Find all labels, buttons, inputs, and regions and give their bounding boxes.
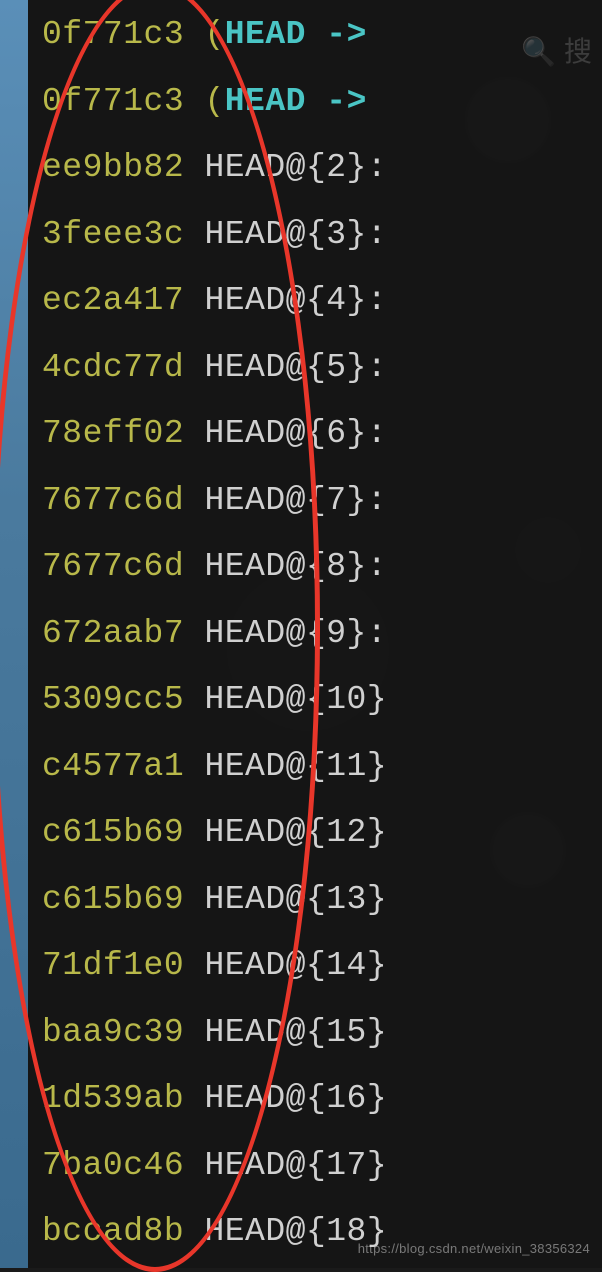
commit-hash: 3feee3c bbox=[42, 216, 184, 253]
reflog-entry: 7ba0c46 HEAD@{17} bbox=[28, 1133, 602, 1200]
head-keyword: HEAD bbox=[225, 83, 306, 120]
arrow-icon: -> bbox=[326, 83, 367, 120]
reflog-entry: baa9c39 HEAD@{15} bbox=[28, 1000, 602, 1067]
reflog-entry: 7677c6d HEAD@{8}: bbox=[28, 534, 602, 601]
commit-hash: 7677c6d bbox=[42, 548, 184, 585]
reflog-entry: c615b69 HEAD@{13} bbox=[28, 867, 602, 934]
reflog-head-line: 0f771c3 (HEAD -> bbox=[28, 69, 602, 136]
commit-hash: 4cdc77d bbox=[42, 349, 184, 386]
paren-open: ( bbox=[204, 83, 224, 120]
commit-hash: 71df1e0 bbox=[42, 947, 184, 984]
reflog-ref: HEAD@{17} bbox=[204, 1147, 387, 1184]
reflog-entry: 672aab7 HEAD@{9}: bbox=[28, 601, 602, 668]
reflog-entry: ec2a417 HEAD@{4}: bbox=[28, 268, 602, 335]
commit-hash: 0f771c3 bbox=[42, 83, 184, 120]
commit-hash: ec2a417 bbox=[42, 282, 184, 319]
reflog-entry: 4cdc77d HEAD@{5}: bbox=[28, 335, 602, 402]
reflog-ref: HEAD@{2}: bbox=[204, 149, 387, 186]
reflog-ref: HEAD@{3}: bbox=[204, 216, 387, 253]
commit-hash: c615b69 bbox=[42, 814, 184, 851]
reflog-entry: ee9bb82 HEAD@{2}: bbox=[28, 135, 602, 202]
reflog-ref: HEAD@{8}: bbox=[204, 548, 387, 585]
commit-hash: 5309cc5 bbox=[42, 681, 184, 718]
reflog-head-line: 0f771c3 (HEAD -> bbox=[28, 2, 602, 69]
paren-open: ( bbox=[204, 16, 224, 53]
commit-hash: 78eff02 bbox=[42, 415, 184, 452]
reflog-ref: HEAD@{5}: bbox=[204, 349, 387, 386]
commit-hash: 1d539ab bbox=[42, 1080, 184, 1117]
reflog-ref: HEAD@{6}: bbox=[204, 415, 387, 452]
commit-hash: ee9bb82 bbox=[42, 149, 184, 186]
reflog-ref: HEAD@{4}: bbox=[204, 282, 387, 319]
head-keyword: HEAD bbox=[225, 16, 306, 53]
commit-hash: baa9c39 bbox=[42, 1014, 184, 1051]
desktop-wallpaper-edge bbox=[0, 0, 28, 1268]
magnifier-icon: 🔍 bbox=[521, 36, 556, 67]
commit-hash: 7ba0c46 bbox=[42, 1147, 184, 1184]
reflog-entry: c4577a1 HEAD@{11} bbox=[28, 734, 602, 801]
reflog-entry: 1d539ab HEAD@{16} bbox=[28, 1066, 602, 1133]
commit-hash: c4577a1 bbox=[42, 748, 184, 785]
reflog-entry: 71df1e0 HEAD@{14} bbox=[28, 933, 602, 1000]
terminal-window[interactable]: 0f771c3 (HEAD -> 0f771c3 (HEAD -> ee9bb8… bbox=[28, 0, 602, 1268]
reflog-ref: HEAD@{12} bbox=[204, 814, 387, 851]
commit-hash: 7677c6d bbox=[42, 482, 184, 519]
commit-hash: c615b69 bbox=[42, 881, 184, 918]
search-text: 搜 bbox=[564, 36, 592, 67]
arrow-icon: -> bbox=[326, 16, 367, 53]
commit-hash: bccad8b bbox=[42, 1213, 184, 1250]
reflog-ref: HEAD@{15} bbox=[204, 1014, 387, 1051]
reflog-ref: HEAD@{9}: bbox=[204, 615, 387, 652]
reflog-entry: 7677c6d HEAD@{7}: bbox=[28, 468, 602, 535]
reflog-ref: HEAD@{10} bbox=[204, 681, 387, 718]
reflog-ref: HEAD@{14} bbox=[204, 947, 387, 984]
reflog-entry: c615b69 HEAD@{12} bbox=[28, 800, 602, 867]
search-hint-overlay: 🔍 搜 bbox=[521, 30, 592, 70]
reflog-entry: 78eff02 HEAD@{6}: bbox=[28, 401, 602, 468]
watermark-text: https://blog.csdn.net/weixin_38356324 bbox=[358, 1241, 590, 1256]
reflog-ref: HEAD@{11} bbox=[204, 748, 387, 785]
reflog-ref: HEAD@{16} bbox=[204, 1080, 387, 1117]
reflog-entry: 5309cc5 HEAD@{10} bbox=[28, 667, 602, 734]
commit-hash: 0f771c3 bbox=[42, 16, 184, 53]
reflog-ref: HEAD@{13} bbox=[204, 881, 387, 918]
commit-hash: 672aab7 bbox=[42, 615, 184, 652]
reflog-ref: HEAD@{7}: bbox=[204, 482, 387, 519]
reflog-entry: 3feee3c HEAD@{3}: bbox=[28, 202, 602, 269]
